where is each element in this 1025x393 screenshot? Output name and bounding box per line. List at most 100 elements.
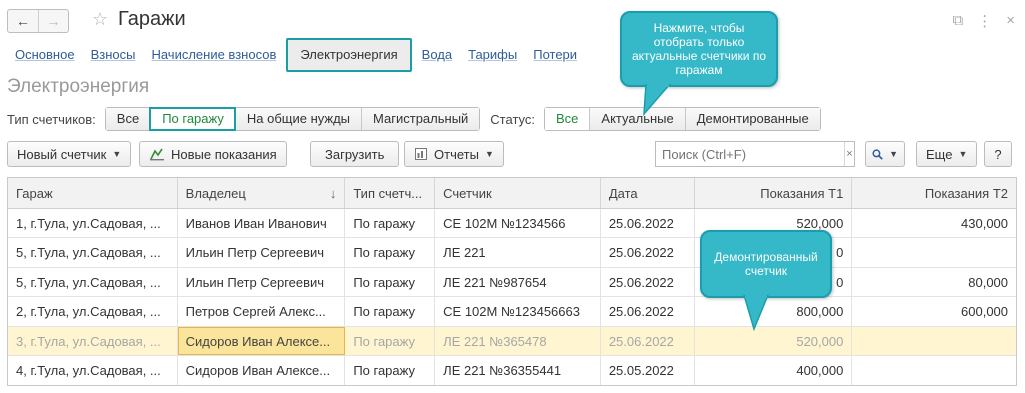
meter-type-cell: По гаражу xyxy=(345,297,436,326)
reports-label: Отчеты xyxy=(434,146,479,162)
readings-icon xyxy=(150,148,164,161)
owner-cell: Сидоров Иван Алексе... xyxy=(177,326,346,355)
garage-cell: 5, г.Тула, ул.Садовая, ... xyxy=(8,238,178,267)
status-all[interactable]: Все xyxy=(545,108,590,130)
tab-main[interactable]: Основное xyxy=(7,38,83,72)
owner-cell: Ильин Петр Сергеевич xyxy=(178,238,346,267)
reports-icon xyxy=(415,148,427,160)
garage-cell: 4, г.Тула, ул.Садовая, ... xyxy=(8,355,178,386)
link-icon[interactable]: ⧉ xyxy=(953,12,964,30)
tab-losses[interactable]: Потери xyxy=(525,38,585,72)
meter-type-common[interactable]: На общие нужды xyxy=(234,108,362,130)
dismantled-hint-callout: Демонтированный счетчик xyxy=(700,230,832,298)
help-button[interactable]: ? xyxy=(984,141,1012,167)
status-dismantled[interactable]: Демонтированные xyxy=(684,108,820,130)
search-options-button[interactable]: ▼ xyxy=(865,141,905,167)
meter-type-all[interactable]: Все xyxy=(105,108,151,130)
garage-cell: 5, г.Тула, ул.Садовая, ... xyxy=(8,267,178,297)
filter-hint-callout: Нажмите, чтобы отобрать только актуальны… xyxy=(620,11,778,87)
garage-cell: 3, г.Тула, ул.Садовая, ... xyxy=(8,326,178,355)
column-header-owner-label: Владелец xyxy=(185,186,246,201)
close-icon[interactable]: × xyxy=(1006,12,1015,30)
meter-type-cell: По гаражу xyxy=(345,267,436,297)
meter-type-cell: По гаражу xyxy=(345,355,436,386)
sort-arrow-icon: ↓ xyxy=(329,186,337,201)
meter-type-cell: По гаражу xyxy=(345,326,436,355)
help-label: ? xyxy=(994,146,1002,162)
chevron-down-icon: ▼ xyxy=(958,149,968,159)
meter-type-cell: По гаражу xyxy=(345,209,436,238)
table-row[interactable]: 5, г.Тула, ул.Садовая, ... Ильин Петр Се… xyxy=(8,238,1016,268)
readings-t2-cell xyxy=(852,238,1016,266)
garage-cell: 1, г.Тула, ул.Садовая, ... xyxy=(8,209,178,238)
owner-cell: Сидоров Иван Алексе... xyxy=(178,355,346,386)
tab-tariffs[interactable]: Тарифы xyxy=(460,38,525,72)
dismantled-hint-pointer xyxy=(743,295,769,331)
chevron-down-icon: ▼ xyxy=(484,149,494,159)
chevron-down-icon: ▼ xyxy=(112,149,122,159)
owner-cell: Петров Сергей Алекс... xyxy=(178,297,346,326)
load-button[interactable]: Загрузить xyxy=(310,141,400,167)
reports-button[interactable]: Отчеты ▼ xyxy=(404,141,504,167)
column-header-garage[interactable]: Гараж xyxy=(8,178,178,208)
tab-fees[interactable]: Взносы xyxy=(83,38,144,72)
meter-cell: ЛЕ 221 №987654 xyxy=(435,267,601,297)
date-cell: 25.06.2022 xyxy=(601,238,695,267)
more-icon[interactable]: ⋮ xyxy=(977,12,992,30)
search-clear-icon[interactable]: × xyxy=(844,142,854,166)
section-title: Электроэнергия xyxy=(7,76,150,97)
meter-type-label: Тип счетчиков: xyxy=(7,111,96,127)
table-header: Гараж Владелец ↓ Тип счетч... Счетчик Да… xyxy=(8,178,1016,209)
meter-cell: ЛЕ 221 №36355441 xyxy=(435,355,601,386)
filter-row: Тип счетчиков: Все По гаражу На общие ну… xyxy=(7,107,821,131)
new-readings-button[interactable]: Новые показания xyxy=(139,141,287,167)
toolbar: Новый счетчик ▼ Новые показания Загрузит… xyxy=(7,141,1017,167)
tab-electricity[interactable]: Электроэнергия xyxy=(286,38,412,72)
column-header-owner[interactable]: Владелец ↓ xyxy=(178,178,346,208)
table-row[interactable]: 5, г.Тула, ул.Садовая, ... Ильин Петр Се… xyxy=(8,267,1016,298)
dismantled-hint-text: Демонтированный счетчик xyxy=(714,250,818,278)
new-readings-label: Новые показания xyxy=(171,146,277,162)
back-icon[interactable]: ← xyxy=(8,10,38,32)
search-box: × xyxy=(655,141,855,167)
readings-t2-cell: 600,000 xyxy=(961,304,1009,320)
tab-fee-accrual[interactable]: Начисление взносов xyxy=(143,38,284,72)
meter-cell: ЛЕ 221 xyxy=(435,238,601,267)
column-header-meter[interactable]: Счетчик xyxy=(435,178,601,208)
status-label: Статус: xyxy=(490,111,536,127)
table-row-selected[interactable]: 3, г.Тула, ул.Садовая, ... Сидоров Иван … xyxy=(8,326,1016,356)
table-row[interactable]: 4, г.Тула, ул.Садовая, ... Сидоров Иван … xyxy=(8,355,1016,386)
tab-water[interactable]: Вода xyxy=(414,38,460,72)
meter-cell: СЕ 102М №1234566 xyxy=(435,209,601,238)
navigation-buttons: ← → xyxy=(7,9,69,33)
meters-table: Гараж Владелец ↓ Тип счетч... Счетчик Да… xyxy=(7,177,1017,387)
filter-hint-text: Нажмите, чтобы отобрать только актуальны… xyxy=(631,21,767,77)
new-meter-button[interactable]: Новый счетчик ▼ xyxy=(7,141,132,167)
search-input[interactable] xyxy=(656,142,844,166)
meter-cell: СЕ 102М №123456663 xyxy=(435,297,601,326)
readings-t2-cell: 80,000 xyxy=(968,274,1009,290)
new-meter-label: Новый счетчик xyxy=(17,146,107,162)
date-cell: 25.06.2022 xyxy=(601,209,695,238)
date-cell: 25.06.2022 xyxy=(601,267,695,297)
meter-type-cell: По гаражу xyxy=(345,238,436,267)
column-header-meter-type[interactable]: Тип счетч... xyxy=(345,178,436,208)
readings-t2-cell xyxy=(852,327,1016,355)
forward-icon[interactable]: → xyxy=(38,10,68,32)
column-header-readings-t1[interactable]: Показания Т1 xyxy=(695,178,853,208)
column-header-date[interactable]: Дата xyxy=(601,178,695,208)
table-row[interactable]: 1, г.Тула, ул.Садовая, ... Иванов Иван И… xyxy=(8,209,1016,239)
meter-type-garage[interactable]: По гаражу xyxy=(149,107,236,131)
window-controls: ⧉ ⋮ × xyxy=(953,12,1015,30)
page-title: Гаражи xyxy=(118,8,186,30)
owner-cell: Иванов Иван Иванович xyxy=(178,209,346,238)
column-header-readings-t2[interactable]: Показания Т2 xyxy=(852,178,1016,208)
meter-type-main[interactable]: Магистральный xyxy=(361,108,480,130)
readings-t2-cell xyxy=(852,356,1016,385)
more-button[interactable]: Еще ▼ xyxy=(916,141,978,167)
date-cell: 25.06.2022 xyxy=(601,326,695,355)
meter-cell: ЛЕ 221 №365478 xyxy=(435,326,601,355)
star-icon[interactable]: ☆ xyxy=(92,9,108,30)
table-row[interactable]: 2, г.Тула, ул.Садовая, ... Петров Сергей… xyxy=(8,297,1016,327)
garage-cell: 2, г.Тула, ул.Садовая, ... xyxy=(8,297,178,326)
